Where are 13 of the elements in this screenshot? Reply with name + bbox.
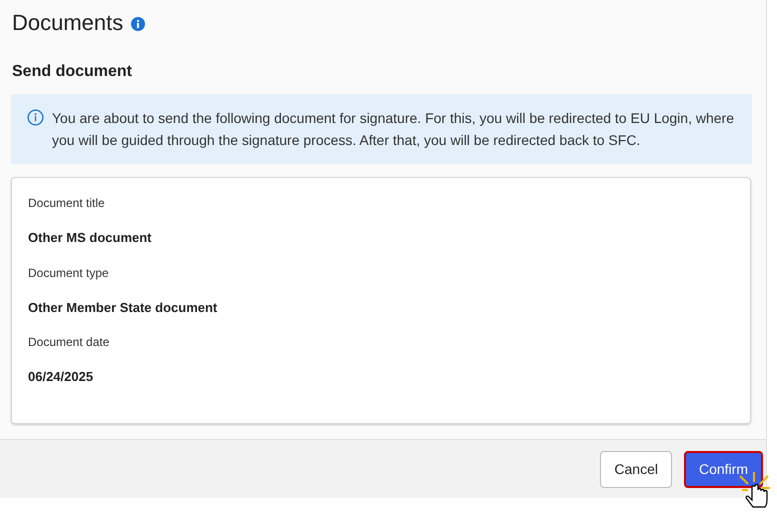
field-value: 06/24/2025 [28,368,94,386]
info-icon [27,109,44,126]
field-value: Other Member State document [28,298,218,316]
info-icon [131,17,146,31]
field-label: Document date [28,334,110,351]
field-value: Other MS document [28,229,153,247]
section-title: Send document [12,63,132,80]
field-label: Document type [28,264,110,282]
page-title: Documents [12,8,124,36]
cancel-button[interactable]: Cancel [600,450,672,488]
field-label: Document title [28,195,106,212]
confirm-button[interactable]: Confirm [684,450,763,488]
info-text: You are about to send the following document for signature. For this, you will be redirected to EU Login, where you will be guided through the signature process. After that, you will be redirected back to SFC. [52,109,735,150]
